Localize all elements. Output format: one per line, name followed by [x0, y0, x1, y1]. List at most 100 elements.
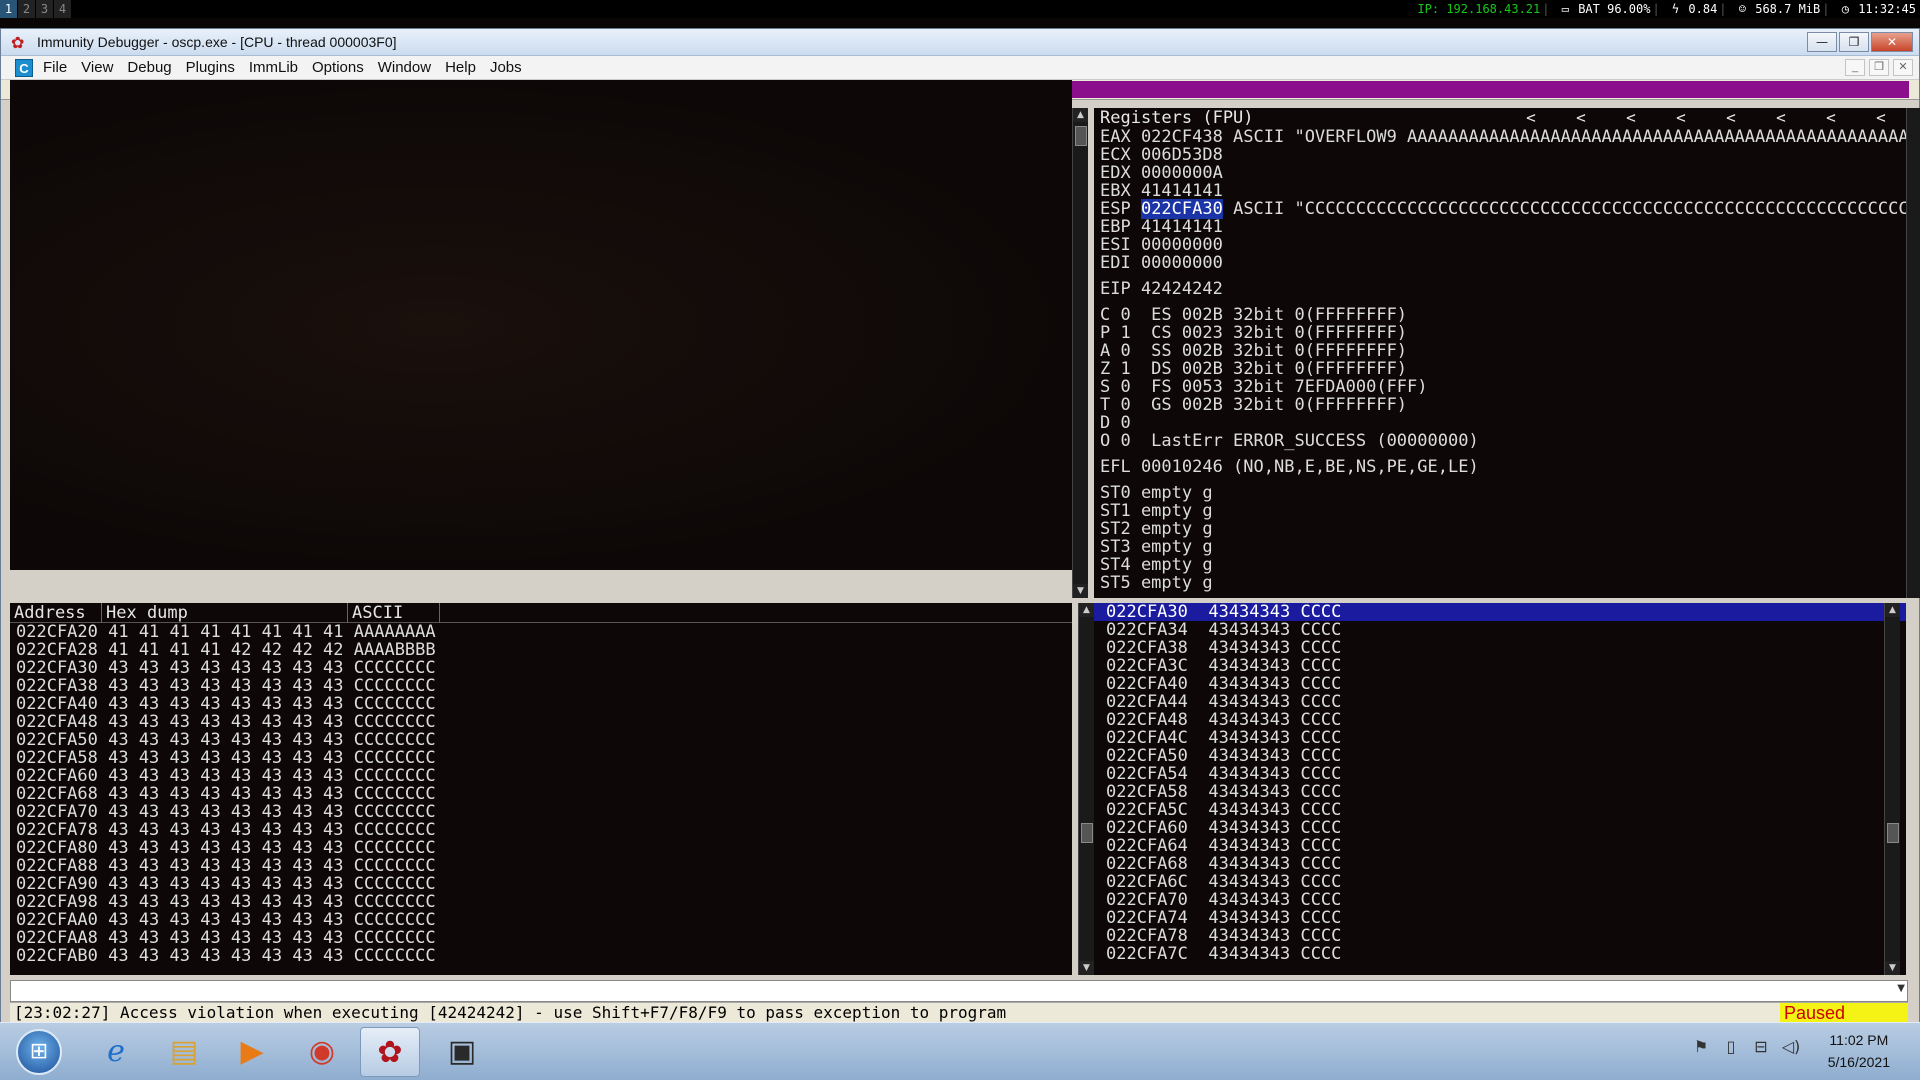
scroll-down-icon[interactable]: ▼	[1885, 961, 1900, 975]
scroll-thumb[interactable]	[1887, 823, 1899, 843]
register-ebx[interactable]: EBX 41414141	[1094, 182, 1906, 200]
stack-row[interactable]: 022CFA38 43434343 CCCC	[1094, 639, 1906, 657]
dump-row[interactable]: 022CFA60 43 43 43 43 43 43 43 43 CCCCCCC…	[10, 767, 1072, 785]
dump-row[interactable]: 022CFA78 43 43 43 43 43 43 43 43 CCCCCCC…	[10, 821, 1072, 839]
registers-scrollbar[interactable]	[1906, 108, 1920, 598]
child-minimize-button[interactable]: _	[1845, 59, 1865, 76]
reg-arrow-2[interactable]: <	[1556, 108, 1606, 128]
workspace-2-button[interactable]: 2	[18, 0, 36, 18]
scroll-up-icon[interactable]: ▲	[1079, 603, 1094, 617]
flag-row[interactable]: A 0 SS 002B 32bit 0(FFFFFFFF)	[1094, 342, 1906, 360]
address-column-header[interactable]: Address	[10, 603, 102, 623]
scroll-up-icon[interactable]: ▲	[1073, 108, 1088, 122]
scroll-down-icon[interactable]: ▼	[1073, 584, 1088, 598]
flag-row[interactable]: C 0 ES 002B 32bit 0(FFFFFFFF)	[1094, 306, 1906, 324]
dump-row[interactable]: 022CFA58 43 43 43 43 43 43 43 43 CCCCCCC…	[10, 749, 1072, 767]
register-efl[interactable]: EFL 00010246 (NO,NB,E,BE,NS,PE,GE,LE)	[1094, 458, 1906, 476]
stack-row-selected[interactable]: 022CFA30 43434343 CCCC	[1094, 603, 1906, 621]
file-explorer-icon[interactable]: ▤	[154, 1027, 214, 1077]
stack-row[interactable]: 022CFA4C 43434343 CCCC	[1094, 729, 1906, 747]
register-edi[interactable]: EDI 00000000	[1094, 254, 1906, 272]
command-input[interactable]: ▼	[10, 980, 1908, 1002]
reg-arrow-8[interactable]: <	[1856, 108, 1906, 128]
fpu-register[interactable]: ST1 empty g	[1094, 502, 1906, 520]
stack-row[interactable]: 022CFA48 43434343 CCCC	[1094, 711, 1906, 729]
dump-row[interactable]: 022CFA68 43 43 43 43 43 43 43 43 CCCCCCC…	[10, 785, 1072, 803]
menu-view[interactable]: View	[81, 59, 113, 76]
reg-arrow-7[interactable]: <	[1806, 108, 1856, 128]
register-esp[interactable]: ESP 022CFA30 ASCII "CCCCCCCCCCCCCCCCCCCC…	[1094, 199, 1906, 219]
flag-row[interactable]: O 0 LastErr ERROR_SUCCESS (00000000)	[1094, 432, 1906, 450]
close-button[interactable]: ✕	[1871, 32, 1913, 52]
stack-row[interactable]: 022CFA74 43434343 CCCC	[1094, 909, 1906, 927]
dump-row[interactable]: 022CFA88 43 43 43 43 43 43 43 43 CCCCCCC…	[10, 857, 1072, 875]
stack-row[interactable]: 022CFA50 43434343 CCCC	[1094, 747, 1906, 765]
stack-row[interactable]: 022CFA40 43434343 CCCC	[1094, 675, 1906, 693]
fpu-register[interactable]: ST2 empty g	[1094, 520, 1906, 538]
scroll-up-icon[interactable]: ▲	[1885, 603, 1900, 617]
fpu-register[interactable]: ST4 empty g	[1094, 556, 1906, 574]
fpu-register[interactable]: ST0 empty g	[1094, 484, 1906, 502]
child-restore-button[interactable]: ❐	[1869, 59, 1889, 76]
dump-row[interactable]: 022CFA38 43 43 43 43 43 43 43 43 CCCCCCC…	[10, 677, 1072, 695]
esp-value[interactable]: 022CFA30	[1140, 199, 1223, 219]
stack-row[interactable]: 022CFA54 43434343 CCCC	[1094, 765, 1906, 783]
ascii-column-header[interactable]: ASCII	[348, 603, 440, 623]
terminal-icon[interactable]: ▣	[432, 1027, 492, 1077]
menu-options[interactable]: Options	[312, 59, 364, 76]
dump-scrollbar[interactable]: ▲ ▼	[1078, 603, 1094, 975]
dump-row[interactable]: 022CFA90 43 43 43 43 43 43 43 43 CCCCCCC…	[10, 875, 1072, 893]
stack-row[interactable]: 022CFA34 43434343 CCCC	[1094, 621, 1906, 639]
reg-arrow-4[interactable]: <	[1656, 108, 1706, 128]
register-ecx[interactable]: ECX 006D53D8	[1094, 146, 1906, 164]
fpu-register[interactable]: ST3 empty g	[1094, 538, 1906, 556]
stack-row[interactable]: 022CFA78 43434343 CCCC	[1094, 927, 1906, 945]
register-eax[interactable]: EAX 022CF438 ASCII "OVERFLOW9 AAAAAAAAAA…	[1094, 128, 1906, 146]
dump-pane[interactable]: Address Hex dump ASCII 022CFA20 41 41 41…	[10, 603, 1072, 975]
flag-row[interactable]: D 0	[1094, 414, 1906, 432]
action-center-icon[interactable]: ⚑	[1686, 1037, 1716, 1056]
minimize-button[interactable]: —	[1807, 32, 1837, 52]
battery-tray-icon[interactable]: ▯	[1716, 1037, 1746, 1056]
menu-help[interactable]: Help	[445, 59, 476, 76]
dump-row[interactable]: 022CFAA0 43 43 43 43 43 43 43 43 CCCCCCC…	[10, 911, 1072, 929]
fpu-register[interactable]: ST5 empty g	[1094, 574, 1906, 592]
dump-row[interactable]: 022CFA28 41 41 41 41 42 42 42 42 AAAABBB…	[10, 641, 1072, 659]
dump-row[interactable]: 022CFA48 43 43 43 43 43 43 43 43 CCCCCCC…	[10, 713, 1072, 731]
reg-arrow-1[interactable]: <	[1506, 108, 1556, 128]
reg-arrow-3[interactable]: <	[1606, 108, 1656, 128]
dump-row[interactable]: 022CFA50 43 43 43 43 43 43 43 43 CCCCCCC…	[10, 731, 1072, 749]
flag-row[interactable]: S 0 FS 0053 32bit 7EFDA000(FFF)	[1094, 378, 1906, 396]
workspace-3-button[interactable]: 3	[36, 0, 54, 18]
register-edx[interactable]: EDX 0000000A	[1094, 164, 1906, 182]
stack-row[interactable]: 022CFA7C 43434343 CCCC	[1094, 945, 1906, 963]
chrome-icon[interactable]: ◉	[292, 1027, 352, 1077]
stack-row[interactable]: 022CFA70 43434343 CCCC	[1094, 891, 1906, 909]
menu-debug[interactable]: Debug	[127, 59, 171, 76]
window-titlebar[interactable]: ✿ Immunity Debugger - oscp.exe - [CPU - …	[1, 29, 1919, 56]
menu-immlib[interactable]: ImmLib	[249, 59, 298, 76]
disassembly-scrollbar[interactable]: ▲ ▼	[1072, 108, 1088, 598]
flag-row[interactable]: P 1 CS 0023 32bit 0(FFFFFFFF)	[1094, 324, 1906, 342]
media-player-icon[interactable]: ▶	[222, 1027, 282, 1077]
dump-row[interactable]: 022CFA98 43 43 43 43 43 43 43 43 CCCCCCC…	[10, 893, 1072, 911]
stack-pane[interactable]: 022CFA30 43434343 CCCC 022CFA34 43434343…	[1094, 603, 1906, 975]
taskbar-clock[interactable]: 11:02 PM 5/16/2021	[1828, 1029, 1890, 1073]
dump-row[interactable]: 022CFA40 43 43 43 43 43 43 43 43 CCCCCCC…	[10, 695, 1072, 713]
workspace-1-button[interactable]: 1	[0, 0, 18, 18]
register-esi[interactable]: ESI 00000000	[1094, 236, 1906, 254]
registers-pane[interactable]: Registers (FPU) < < < < < < < < EAX 022C…	[1094, 108, 1906, 598]
menu-file[interactable]: File	[43, 59, 67, 76]
menu-window[interactable]: Window	[378, 59, 431, 76]
flag-row[interactable]: T 0 GS 002B 32bit 0(FFFFFFFF)	[1094, 396, 1906, 414]
hexdump-column-header[interactable]: Hex dump	[102, 603, 348, 623]
menu-plugins[interactable]: Plugins	[186, 59, 235, 76]
stack-row[interactable]: 022CFA64 43434343 CCCC	[1094, 837, 1906, 855]
flag-row[interactable]: Z 1 DS 002B 32bit 0(FFFFFFFF)	[1094, 360, 1906, 378]
stack-row[interactable]: 022CFA60 43434343 CCCC	[1094, 819, 1906, 837]
dump-row[interactable]: 022CFAB0 43 43 43 43 43 43 43 43 CCCCCCC…	[10, 947, 1072, 965]
child-close-button[interactable]: ✕	[1893, 59, 1913, 76]
stack-row[interactable]: 022CFA3C 43434343 CCCC	[1094, 657, 1906, 675]
scroll-thumb[interactable]	[1081, 823, 1093, 843]
dump-row[interactable]: 022CFAA8 43 43 43 43 43 43 43 43 CCCCCCC…	[10, 929, 1072, 947]
